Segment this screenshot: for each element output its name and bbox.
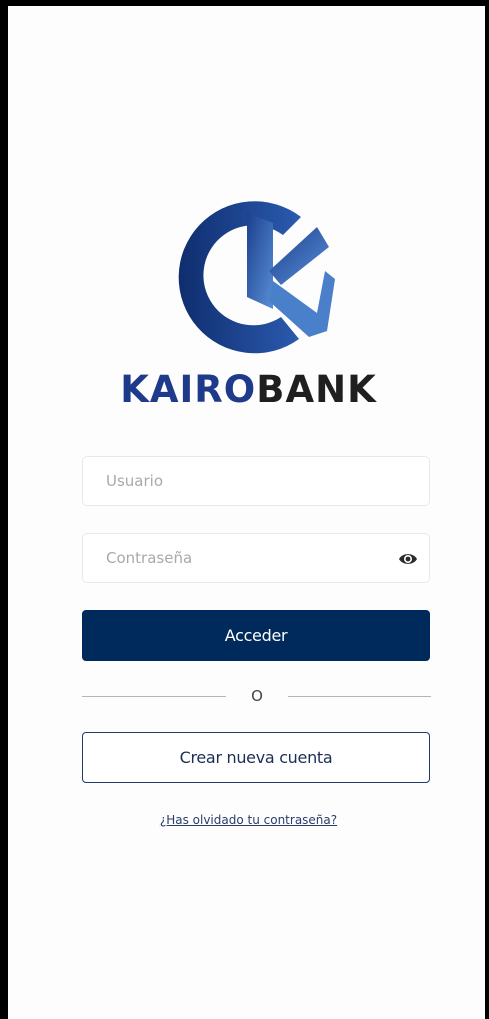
kairobank-logo-icon (178, 201, 335, 354)
brand-wordmark: KAIROBANK (8, 368, 489, 412)
login-button[interactable]: Acceder (82, 610, 430, 661)
brand-name-primary: KAIRO (120, 368, 257, 411)
create-account-button[interactable]: Crear nueva cuenta (82, 732, 430, 783)
username-field (82, 456, 430, 506)
divider-line-right (288, 696, 431, 697)
username-input[interactable] (83, 457, 429, 505)
eye-icon[interactable] (398, 550, 418, 568)
divider-line-left (82, 696, 226, 697)
brand-name-secondary: BANK (256, 368, 377, 411)
login-screen: KAIROBANK Acceder O Crear nueva cuenta ¿… (0, 0, 489, 1019)
forgot-password-link[interactable]: ¿Has olvidado tu contraseña? (8, 812, 489, 828)
divider-label: O (251, 687, 263, 705)
password-field (82, 533, 430, 583)
password-input[interactable] (83, 534, 429, 582)
